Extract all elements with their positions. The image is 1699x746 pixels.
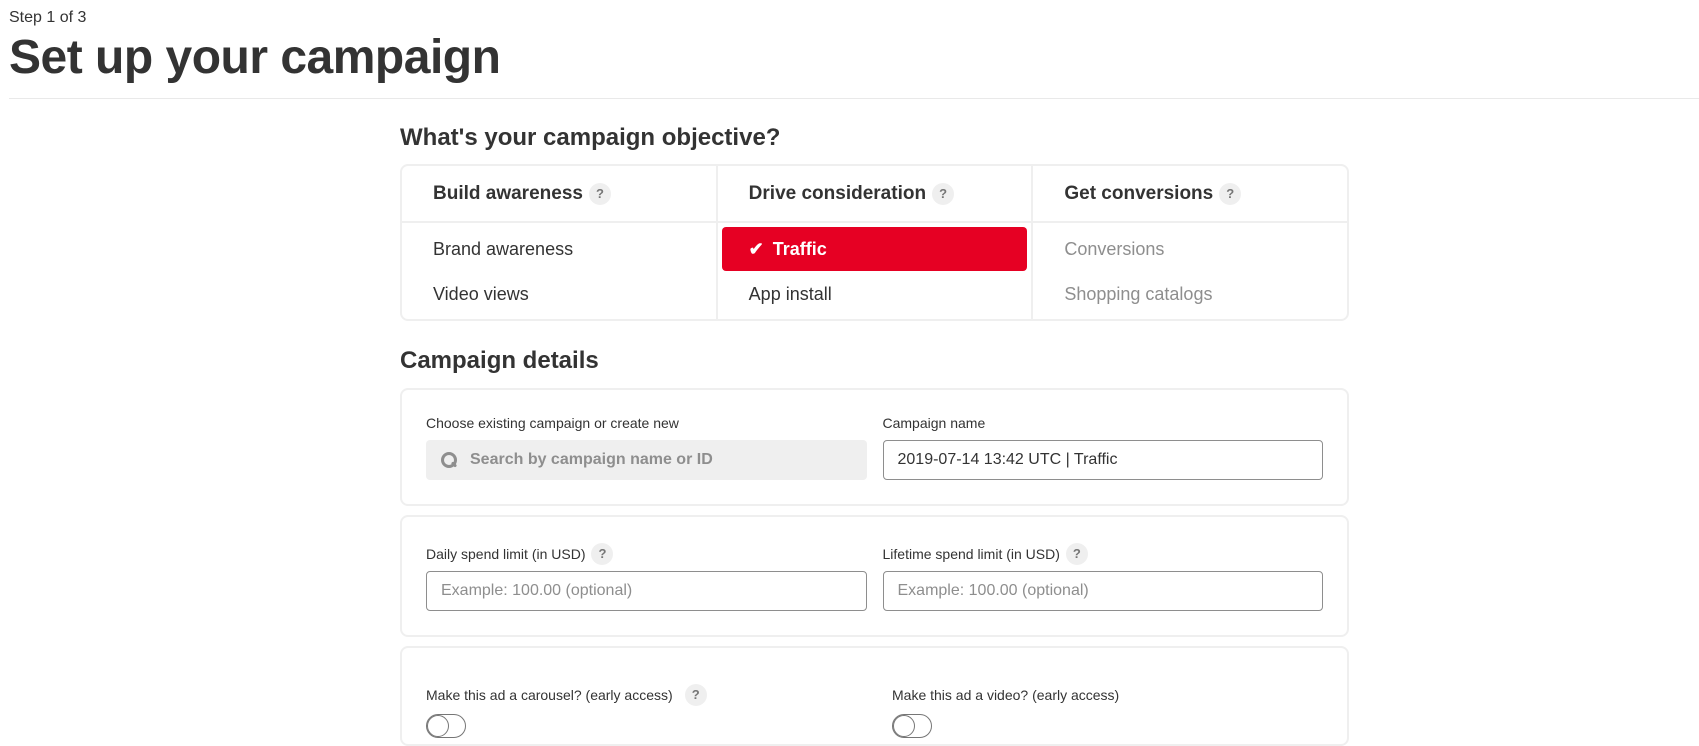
daily-spend-field: Daily spend limit (in USD) ? [426,541,867,635]
objective-column-label: Get conversions [1064,182,1214,204]
lifetime-spend-label-text: Lifetime spend limit (in USD) [882,546,1060,562]
checkmark-icon: ✔ [748,238,764,259]
campaign-name-label: Campaign name [882,415,986,431]
objective-column-label: Build awareness [433,182,583,204]
lifetime-spend-label: Lifetime spend limit (in USD) ? [882,543,1324,565]
objective-column-label: Drive consideration [748,182,927,204]
campaign-search-input[interactable] [470,451,830,469]
objective-column-awareness: Build awareness ? Brand awareness Video … [402,166,718,319]
objective-column-header: Get conversions ? [1033,166,1348,223]
ad-format-card: Make this ad a carousel? (early access) … [400,646,1349,746]
objective-section-title: What's your campaign objective? [400,124,781,151]
objective-option-label: Brand awareness [433,238,574,259]
objective-column-header: Drive consideration ? [717,166,1032,223]
objective-selector: Build awareness ? Brand awareness Video … [400,164,1349,321]
objective-option-app-install[interactable]: App install [722,272,1028,316]
carousel-label: Make this ad a carousel? (early access) … [426,684,876,706]
objective-option-label: App install [748,283,832,304]
lifetime-spend-input[interactable] [882,571,1323,611]
video-field: Make this ad a video? (early access) [892,672,1342,744]
page-header: Step 1 of 3 Set up your campaign [9,8,501,86]
help-icon[interactable]: ? [591,543,614,565]
objective-option-label: Traffic [772,238,827,259]
existing-campaign-field: Choose existing campaign or create new [426,414,867,504]
video-toggle[interactable] [892,714,932,738]
daily-spend-label-text: Daily spend limit (in USD) [426,546,586,562]
help-icon[interactable]: ? [684,684,707,706]
carousel-toggle[interactable] [426,714,466,738]
help-icon[interactable]: ? [1065,543,1088,565]
carousel-field: Make this ad a carousel? (early access) … [426,672,876,744]
main-content: What's your campaign objective? Build aw… [400,120,1349,746]
objective-column-conversions: Get conversions ? Conversions Shopping c… [1033,166,1348,319]
video-label: Make this ad a video? (early access) [892,687,1120,703]
spend-limit-card: Daily spend limit (in USD) ? Lifetime sp… [400,515,1349,637]
toggle-knob [427,715,449,737]
existing-campaign-label: Choose existing campaign or create new [426,415,679,431]
objective-column-consideration: Drive consideration ? ✔ Traffic App inst… [717,166,1034,319]
help-icon[interactable]: ? [1219,182,1242,205]
daily-spend-input[interactable] [426,571,867,611]
objective-option-shopping-catalogs: Shopping catalogs [1037,272,1343,316]
campaign-name-input[interactable] [882,440,1323,480]
search-icon [440,451,458,469]
objective-option-label: Conversions [1064,238,1165,259]
objective-column-header: Build awareness ? [402,166,716,223]
campaign-search-box[interactable] [426,440,867,480]
objective-option-traffic[interactable]: ✔ Traffic [721,227,1028,271]
objective-option-brand-awareness[interactable]: Brand awareness [406,227,712,271]
objective-option-label: Shopping catalogs [1064,283,1213,304]
toggle-knob [893,715,915,737]
campaign-name-field: Campaign name [882,414,1323,504]
lifetime-spend-field: Lifetime spend limit (in USD) ? [882,541,1324,635]
help-icon[interactable]: ? [588,182,611,205]
step-indicator: Step 1 of 3 [9,9,87,26]
daily-spend-label: Daily spend limit (in USD) ? [426,543,867,565]
carousel-label-text: Make this ad a carousel? (early access) [426,687,673,703]
help-icon[interactable]: ? [932,182,955,205]
objective-option-video-views[interactable]: Video views [406,272,712,316]
details-section-title: Campaign details [400,347,599,374]
objective-option-conversions: Conversions [1037,227,1343,271]
page-title: Set up your campaign [9,31,501,84]
campaign-name-card: Choose existing campaign or create new C… [400,388,1349,506]
objective-option-label: Video views [433,283,529,304]
header-divider [9,98,1699,99]
